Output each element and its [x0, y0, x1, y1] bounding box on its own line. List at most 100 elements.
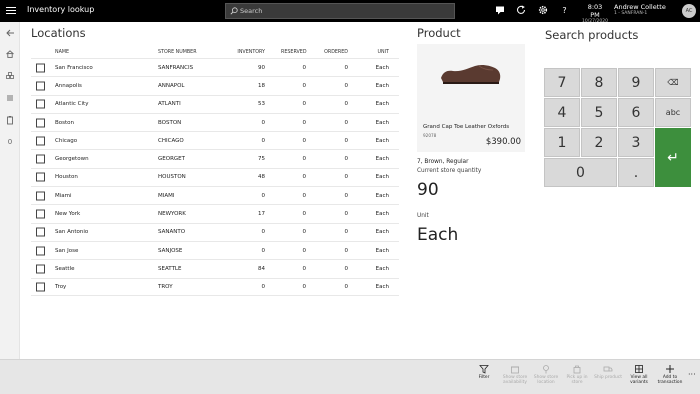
products-icon[interactable]	[5, 71, 15, 81]
app-title: Inventory lookup	[27, 5, 95, 14]
key-0[interactable]: 0	[544, 158, 617, 187]
col-store-number[interactable]: STORE NUMBER	[158, 50, 197, 55]
inventory-value: 0	[261, 119, 266, 126]
col-inventory[interactable]: INVENTORY	[233, 50, 265, 55]
refresh-icon[interactable]	[515, 5, 526, 16]
key-decimal[interactable]: .	[618, 158, 654, 187]
table-row[interactable]: San Jose SANJOSE 0 0 0 Each	[31, 240, 399, 259]
key-2[interactable]: 2	[581, 128, 617, 157]
back-icon[interactable]	[5, 28, 15, 38]
store-number: SANJOSE	[158, 247, 183, 254]
table-row[interactable]: Annapolis ANNAPOL 18 0 0 Each	[31, 76, 399, 94]
add-to-transaction-button[interactable]: Add to transaction	[655, 364, 685, 385]
home-icon[interactable]	[5, 49, 15, 59]
table-row[interactable]: Chicago CHICAGO 0 0 0 Each	[31, 131, 399, 149]
search-box[interactable]	[225, 3, 455, 19]
avatar[interactable]: AC	[682, 4, 696, 18]
inventory-value: 0	[261, 137, 266, 144]
abc-key[interactable]: abc	[655, 98, 691, 127]
row-checkbox[interactable]	[36, 154, 45, 164]
table-row[interactable]: Seattle SEATTLE 84 0 0 Each	[31, 259, 399, 277]
ordered-value: 0	[344, 64, 349, 71]
nav-count: 0	[7, 138, 13, 146]
row-checkbox[interactable]	[36, 191, 45, 201]
ordered-value: 0	[344, 247, 349, 254]
key-5[interactable]: 5	[581, 98, 617, 127]
row-checkbox[interactable]	[36, 172, 45, 182]
col-reserved[interactable]: RESERVED	[281, 50, 307, 55]
unit-value: Each	[375, 247, 389, 254]
table-row[interactable]: Miami MIAMI 0 0 0 Each	[31, 186, 399, 204]
chat-icon[interactable]	[494, 5, 505, 16]
row-checkbox[interactable]	[36, 63, 45, 73]
hamburger-menu-icon[interactable]	[6, 5, 16, 15]
product-image	[441, 64, 501, 84]
ordered-value: 0	[344, 211, 349, 218]
key-4[interactable]: 4	[544, 98, 580, 127]
enter-key[interactable]: ↵	[655, 128, 691, 187]
table-row[interactable]: San Antonio SANANTO 0 0 0 Each	[31, 222, 399, 241]
search-input[interactable]	[240, 5, 450, 17]
product-card[interactable]: Grand Cap Toe Leather Oxfords 92078 $390…	[417, 44, 525, 152]
inventory-value: 84	[258, 265, 265, 272]
col-name[interactable]: NAME	[55, 50, 69, 55]
pick-up-in-store-button[interactable]: Pick up in store	[562, 364, 592, 385]
key-7[interactable]: 7	[544, 68, 580, 97]
add-to-transaction-label: Add to transaction	[657, 375, 683, 385]
store-number: HOUSTON	[158, 174, 186, 181]
product-name: Grand Cap Toe Leather Oxfords	[423, 124, 510, 130]
view-all-variants-button[interactable]: View all variants	[624, 364, 654, 385]
unit-value: Each	[375, 64, 389, 71]
left-nav: 0	[0, 22, 20, 394]
table-row[interactable]: New York NEWYORK 17 0 0 Each	[31, 204, 399, 222]
table-row[interactable]: Troy TROY 0 0 0 Each	[31, 277, 399, 296]
list-icon[interactable]	[5, 93, 15, 103]
key-6[interactable]: 6	[618, 98, 654, 127]
row-checkbox[interactable]	[36, 136, 45, 146]
more-icon[interactable]: ···	[688, 370, 696, 379]
pickup-icon	[562, 364, 592, 375]
col-unit[interactable]: UNIT	[366, 50, 389, 55]
clipboard-icon[interactable]	[5, 115, 15, 125]
table-row[interactable]: Georgetown GEORGET 75 0 0 Each	[31, 149, 399, 167]
row-checkbox[interactable]	[36, 246, 45, 256]
ship-product-button[interactable]: Ship product	[593, 364, 623, 380]
key-9[interactable]: 9	[618, 68, 654, 97]
ordered-value: 0	[344, 156, 349, 163]
row-checkbox[interactable]	[36, 118, 45, 128]
table-row[interactable]: Houston HOUSTON 48 0 0 Each	[31, 167, 399, 186]
key-1[interactable]: 1	[544, 128, 580, 157]
inventory-value: 48	[258, 174, 265, 181]
inventory-value: 0	[261, 247, 266, 254]
user-info[interactable]: Andrew Collette 1 - SANFRAN-1	[614, 3, 672, 16]
key-3[interactable]: 3	[618, 128, 654, 157]
row-checkbox[interactable]	[36, 227, 45, 237]
col-ordered[interactable]: ORDERED	[324, 50, 348, 55]
show-store-location-label: Show store location	[533, 375, 559, 385]
quantity-label: Current store quantity	[417, 168, 482, 174]
store-number: NEWYORK	[158, 211, 186, 218]
show-store-availability-button[interactable]: Show store availability	[500, 364, 530, 385]
help-icon[interactable]: ?	[559, 5, 570, 16]
row-checkbox[interactable]	[36, 282, 45, 292]
clock: 8:03 PM 10/27/2020	[582, 3, 608, 24]
filter-button[interactable]: Filter	[469, 364, 499, 380]
table-row[interactable]: San Francisco SANFRANCIS 90 0 0 Each	[31, 58, 399, 76]
key-8[interactable]: 8	[581, 68, 617, 97]
table-row[interactable]: Atlantic City ATLANTI 53 0 0 Each	[31, 94, 399, 113]
location-name: San Antonio	[55, 229, 89, 236]
table-row[interactable]: Boston BOSTON 0 0 0 Each	[31, 112, 399, 131]
location-name: Miami	[55, 192, 72, 199]
show-store-location-button[interactable]: Show store location	[531, 364, 561, 385]
row-checkbox[interactable]	[36, 99, 45, 109]
inventory-value: 0	[261, 192, 266, 199]
backspace-key[interactable]: ⌫	[655, 68, 691, 97]
row-checkbox[interactable]	[36, 264, 45, 274]
view-all-variants-label: View all variants	[630, 375, 648, 385]
show-store-availability-label: Show store availability	[502, 375, 528, 385]
gear-icon[interactable]	[537, 5, 548, 16]
row-checkbox[interactable]	[36, 81, 45, 91]
variants-icon	[624, 364, 654, 375]
ordered-value: 0	[344, 265, 349, 272]
row-checkbox[interactable]	[36, 209, 45, 219]
